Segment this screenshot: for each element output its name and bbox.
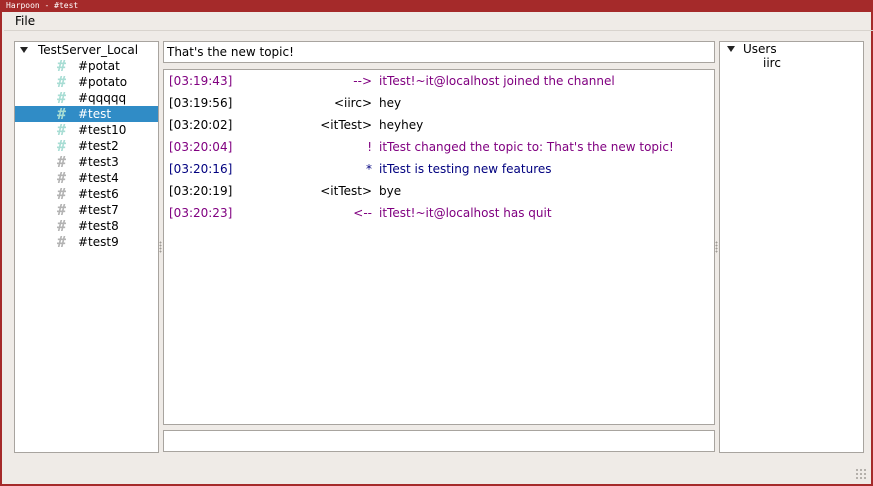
- message-row: [03:20:02] <itTest> heyhey: [164, 116, 714, 134]
- channel-inactive-icon: #: [57, 169, 67, 187]
- tree-channel-item[interactable]: # #test8: [15, 218, 158, 234]
- channel-label: #test4: [78, 171, 119, 185]
- tree-channel-item[interactable]: # #test3: [15, 154, 158, 170]
- message-text: itTest is testing new features: [379, 162, 552, 176]
- message-row: [03:20:16] * itTest is testing new feature…: [164, 160, 714, 178]
- tree-channel-item[interactable]: # #potat: [15, 58, 158, 74]
- left-splitter-handle[interactable]: [159, 241, 162, 253]
- user-item[interactable]: iirc: [763, 56, 781, 70]
- message-source: !: [367, 140, 372, 154]
- channel-active-icon: #: [57, 105, 67, 123]
- user-list-panel[interactable]: Users iirc: [719, 41, 864, 453]
- message-timestamp: [03:19:43]: [169, 74, 233, 88]
- channel-active-icon: #: [57, 137, 67, 155]
- channel-label: #test6: [78, 187, 119, 201]
- message-source: <itTest>: [320, 118, 372, 132]
- message-row: [03:20:19] <itTest> bye: [164, 182, 714, 200]
- expand-arrow-icon[interactable]: [20, 47, 28, 53]
- channel-label: #test2: [78, 139, 119, 153]
- menu-file[interactable]: File: [15, 14, 35, 28]
- channel-active-icon: #: [57, 121, 67, 139]
- message-source: <iirc>: [333, 96, 372, 110]
- channel-active-icon: #: [57, 57, 67, 75]
- topic-field[interactable]: That's the new topic!: [163, 41, 715, 63]
- channel-label: #qqqqq: [78, 91, 127, 105]
- message-timestamp: [03:20:02]: [169, 118, 233, 132]
- message-row: [03:19:56] <iirc> hey: [164, 94, 714, 112]
- message-text: itTest!~it@localhost joined the channel: [379, 74, 615, 88]
- message-source: <itTest>: [320, 184, 372, 198]
- tree-server[interactable]: TestServer_Local: [15, 42, 158, 58]
- resize-grip[interactable]: [855, 468, 867, 480]
- channel-tree[interactable]: TestServer_Local # #potat # #potato # #qqqqq #…: [14, 41, 159, 453]
- channel-active-icon: #: [57, 73, 67, 91]
- message-row: [03:19:43] --> itTest!~it@localhost joined…: [164, 72, 714, 90]
- channel-label: #test8: [78, 219, 119, 233]
- message-source: <--: [353, 206, 372, 220]
- message-input[interactable]: [163, 430, 715, 452]
- users-header: Users: [743, 42, 777, 56]
- tree-channel-item[interactable]: # #potato: [15, 74, 158, 90]
- main-window: Harpoon - #test File TestServer_Local # #…: [0, 0, 873, 486]
- channel-inactive-icon: #: [57, 201, 67, 219]
- window-title: Harpoon - #test: [2, 0, 873, 12]
- channel-active-icon: #: [57, 89, 67, 107]
- channel-inactive-icon: #: [57, 185, 67, 203]
- tree-channel-item[interactable]: # #test6: [15, 186, 158, 202]
- tree-channel-item[interactable]: # #test10: [15, 122, 158, 138]
- channel-label: #test9: [78, 235, 119, 249]
- message-timestamp: [03:19:56]: [169, 96, 233, 110]
- message-row: [03:20:23] <-- itTest!~it@localhost has qu…: [164, 204, 714, 222]
- message-text: hey: [379, 96, 402, 110]
- channel-label: #potato: [78, 75, 128, 89]
- message-timestamp: [03:20:19]: [169, 184, 233, 198]
- chat-log[interactable]: [03:19:43] --> itTest!~it@localhost joined…: [163, 69, 715, 425]
- tree-channel-item[interactable]: # #qqqqq: [15, 90, 158, 106]
- message-source: *: [366, 162, 372, 176]
- message-text: bye: [379, 184, 402, 198]
- channel-label: #test10: [78, 123, 127, 137]
- message-timestamp: [03:20:04]: [169, 140, 233, 154]
- message-timestamp: [03:20:16]: [169, 162, 233, 176]
- tree-channel-item[interactable]: # #test7: [15, 202, 158, 218]
- channel-inactive-icon: #: [57, 217, 67, 235]
- channel-inactive-icon: #: [57, 153, 67, 171]
- channel-label: #potat: [78, 59, 120, 73]
- message-text: heyhey: [379, 118, 424, 132]
- tree-channel-item[interactable]: # #test2: [15, 138, 158, 154]
- channel-label: #test7: [78, 203, 119, 217]
- channel-label: #test3: [78, 155, 119, 169]
- message-text: itTest!~it@localhost has quit: [379, 206, 552, 220]
- topic-text: That's the new topic!: [167, 45, 294, 59]
- channel-label: #test: [78, 107, 112, 121]
- message-source: -->: [353, 74, 372, 88]
- message-text: itTest changed the topic to: That's the …: [379, 140, 674, 154]
- tree-channel-item[interactable]: # #test9: [15, 234, 158, 250]
- message-row: [03:20:04]! itTest changed the topic to: …: [164, 138, 714, 156]
- tree-channel-item[interactable]: # #test4: [15, 170, 158, 186]
- right-splitter-handle[interactable]: [715, 241, 718, 253]
- menu-bar: File: [4, 12, 873, 31]
- message-timestamp: [03:20:23]: [169, 206, 233, 220]
- channel-inactive-icon: #: [57, 233, 67, 251]
- users-expand-arrow-icon[interactable]: [727, 46, 735, 52]
- server-name: TestServer_Local: [38, 43, 139, 57]
- tree-channel-item[interactable]: # #test: [15, 106, 158, 122]
